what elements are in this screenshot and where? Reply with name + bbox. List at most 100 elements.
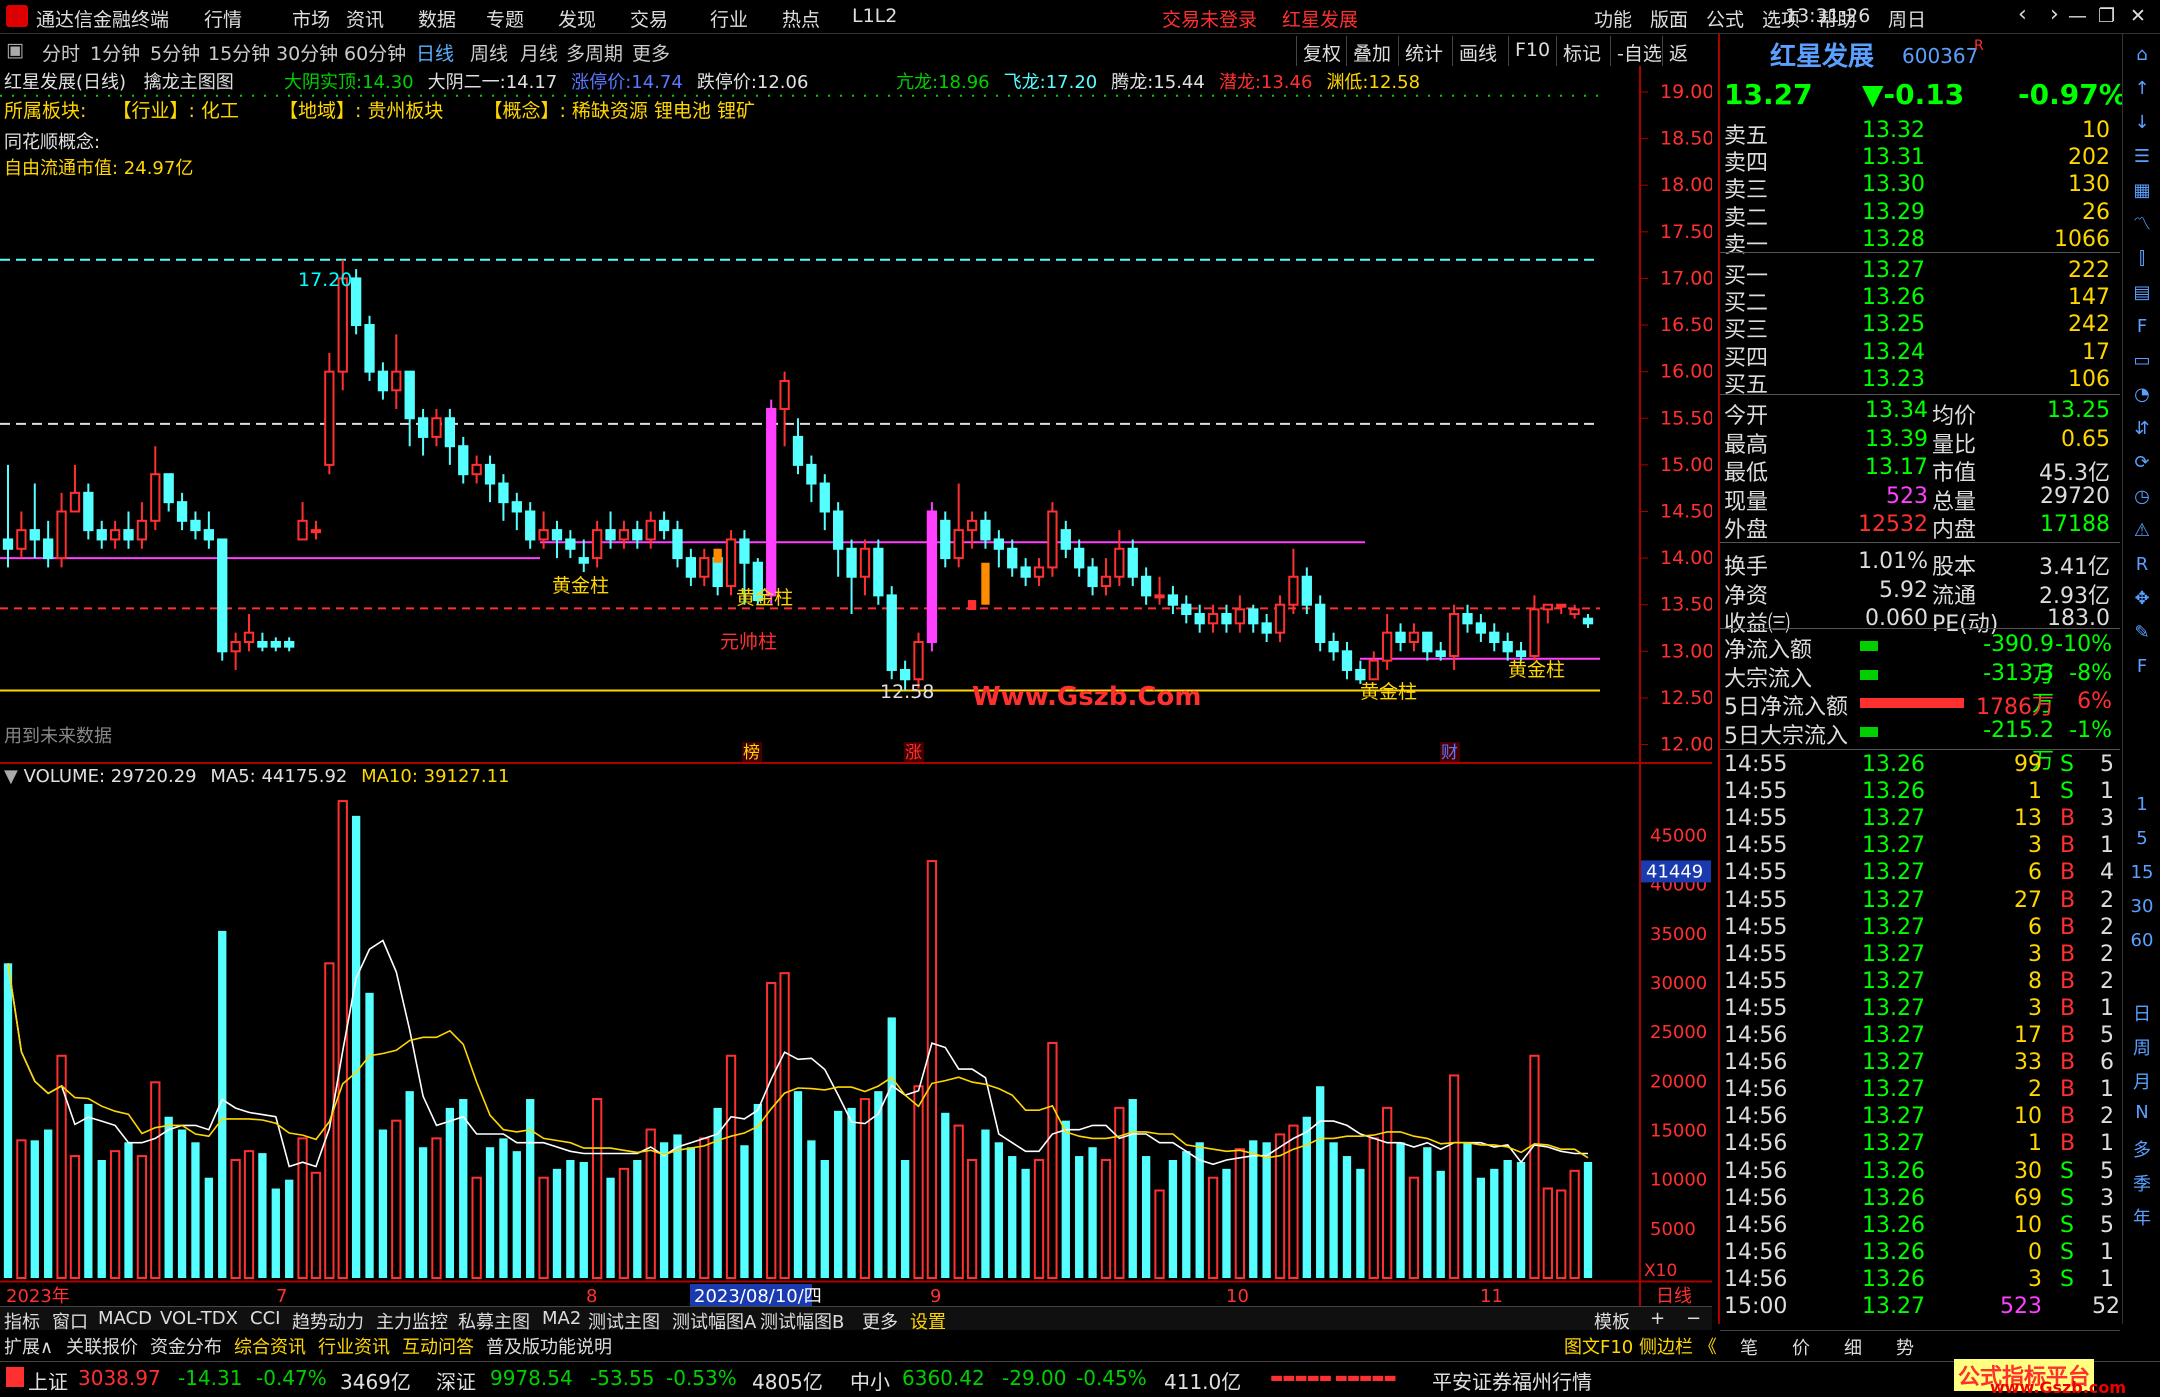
restore-icon[interactable]: ❐ (2098, 5, 2115, 27)
right-menu-2[interactable]: 公式 (1706, 5, 1744, 32)
quote-bottom-tab-0[interactable]: 笔 (1740, 1334, 1758, 1360)
toolbar-right-6[interactable]: -自选 (1610, 36, 1668, 66)
period-tab-3[interactable]: 15分钟 (208, 39, 270, 66)
period-tab-2[interactable]: 5分钟 (150, 39, 200, 66)
info-tab-1[interactable]: 关联报价 (66, 1333, 138, 1359)
indicator-tab-7[interactable]: 私募主图 (458, 1308, 530, 1334)
sh-label[interactable]: 上证 (28, 1366, 68, 1395)
menu-4[interactable]: 专题 (486, 5, 524, 32)
move-icon[interactable]: ✥ (2129, 586, 2155, 612)
period-tab-0[interactable]: 分时 (42, 39, 80, 66)
indicator-tab-9[interactable]: 测试主图 (588, 1308, 660, 1334)
right-menu-0[interactable]: 功能 (1594, 5, 1632, 32)
table-icon[interactable]: ▤ (2129, 280, 2155, 306)
chart2-icon[interactable]: ◔ (2129, 382, 2155, 408)
menu-5[interactable]: 发现 (558, 5, 596, 32)
info-tab-5[interactable]: 互动问答 (402, 1333, 474, 1359)
toggle-icon[interactable]: ▣ (6, 39, 24, 61)
period-tab-6[interactable]: 日线 (416, 39, 454, 66)
forward-icon[interactable]: › (2050, 2, 2059, 27)
pen-icon[interactable]: ✎ (2129, 620, 2155, 646)
menu-6[interactable]: 交易 (630, 5, 668, 32)
event-marker[interactable]: 财 (1441, 743, 1458, 763)
quote-bottom-tab-3[interactable]: 势 (1896, 1334, 1914, 1360)
refresh-icon[interactable]: ⟳ (2129, 450, 2155, 476)
period-tab-7[interactable]: 周线 (470, 39, 508, 66)
candles-icon[interactable]: ⫿ (2129, 246, 2155, 272)
menu-7[interactable]: 行业 (710, 5, 748, 32)
f10-sidebar-toggle[interactable]: 图文F10 侧边栏 《 (1564, 1333, 1717, 1359)
event-marker[interactable]: 榜 (743, 743, 760, 763)
period-tab-1[interactable]: 1分钟 (90, 39, 140, 66)
up-arrow-icon[interactable]: ↑ (2129, 76, 2155, 102)
add-icon[interactable]: + (1650, 1308, 1665, 1329)
indicator-tab-10[interactable]: 测试幅图A (672, 1308, 756, 1334)
menu-9[interactable]: L1L2 (852, 5, 897, 27)
indicator-tab-6[interactable]: 主力监控 (376, 1308, 448, 1334)
sidebar-period-7[interactable]: 1 (2129, 794, 2155, 815)
menu-8[interactable]: 热点 (782, 5, 820, 32)
sidebar-period-6[interactable]: 年 (2129, 1204, 2155, 1230)
sidebar-period-3[interactable]: N (2129, 1102, 2155, 1123)
sidebar-period-10[interactable]: 30 (2129, 896, 2155, 917)
indicator-tab-13[interactable]: 设置 (910, 1308, 946, 1334)
indicator-tab-0[interactable]: 指标 (4, 1308, 40, 1334)
event-marker[interactable]: 涨 (905, 743, 922, 763)
toolbar-right-5[interactable]: 标记 (1556, 36, 1607, 66)
quote-bottom-tab-2[interactable]: 细 (1844, 1334, 1862, 1360)
menu-3[interactable]: 数据 (418, 5, 456, 32)
grid-icon[interactable]: ▦ (2129, 178, 2155, 204)
sidebar-period-8[interactable]: 5 (2129, 828, 2155, 849)
info-tab-3[interactable]: 综合资讯 (234, 1333, 306, 1359)
f10-icon[interactable]: F (2129, 314, 2155, 340)
toolbar-right-0[interactable]: 复权 (1296, 36, 1347, 66)
period-tab-5[interactable]: 60分钟 (344, 39, 406, 66)
login-status[interactable]: 交易未登录 (1162, 5, 1257, 32)
sidebar-period-2[interactable]: 月 (2129, 1068, 2155, 1094)
info-tab-0[interactable]: 扩展∧ (4, 1333, 53, 1359)
indicator-tab-1[interactable]: 窗口 (52, 1308, 88, 1334)
list-icon[interactable]: ☰ (2129, 144, 2155, 170)
menu-1[interactable]: 市场 (292, 5, 330, 32)
stock-tag[interactable]: 红星发展 (1282, 5, 1358, 32)
sidebar-period-5[interactable]: 季 (2129, 1170, 2155, 1196)
template-button[interactable]: 模板 (1594, 1308, 1630, 1334)
collapse-icon[interactable]: ▼ (4, 766, 18, 787)
clock-icon[interactable]: ◷ (2129, 484, 2155, 510)
info-tab-6[interactable]: 普及版功能说明 (486, 1333, 612, 1359)
sidebar-period-11[interactable]: 60 (2129, 930, 2155, 951)
indicator-tab-2[interactable]: MACD (98, 1308, 152, 1329)
toolbar-right-7[interactable]: 返回 (1662, 36, 1712, 92)
toolbar-right-2[interactable]: 统计 (1398, 36, 1449, 66)
right-menu-1[interactable]: 版面 (1650, 5, 1688, 32)
toolbar-right-4[interactable]: F10 (1508, 36, 1556, 66)
indicator-name[interactable]: 擒龙主图图 (144, 72, 234, 93)
sidebar-period-0[interactable]: 日 (2129, 1000, 2155, 1026)
info-tab-2[interactable]: 资金分布 (150, 1333, 222, 1359)
alert-icon[interactable]: ⚠ (2129, 518, 2155, 544)
period-tab-8[interactable]: 月线 (520, 39, 558, 66)
close-icon[interactable]: ✕ (2130, 5, 2146, 27)
indicator-tab-12[interactable]: 更多 (862, 1308, 898, 1334)
sidebar-period-4[interactable]: 多 (2129, 1136, 2155, 1162)
arrows-icon[interactable]: ⇵ (2129, 416, 2155, 442)
text-icon[interactable]: ▭ (2129, 348, 2155, 374)
menu-0[interactable]: 行情 (204, 5, 242, 32)
chart-icon[interactable]: 〽 (2129, 212, 2155, 238)
toolbar-right-3[interactable]: 画线 (1452, 36, 1503, 66)
quote-bottom-tab-1[interactable]: 价 (1792, 1334, 1810, 1360)
indicator-tab-11[interactable]: 测试幅图B (760, 1308, 844, 1334)
period-tab-10[interactable]: 更多 (632, 39, 670, 66)
minimize-icon[interactable]: — (2068, 5, 2087, 27)
remove-icon[interactable]: − (1686, 1308, 1701, 1329)
indicator-tab-5[interactable]: 趋势动力 (292, 1308, 364, 1334)
down-arrow-icon[interactable]: ↓ (2129, 110, 2155, 136)
info-tab-4[interactable]: 行业资讯 (318, 1333, 390, 1359)
fs-icon[interactable]: F (2129, 654, 2155, 680)
sz-label[interactable]: 深证 (436, 1366, 476, 1395)
rsi-icon[interactable]: R (2129, 552, 2155, 578)
period-tab-9[interactable]: 多周期 (566, 39, 623, 66)
back-icon[interactable]: ‹ (2018, 2, 2027, 27)
toolbar-right-1[interactable]: 叠加 (1346, 36, 1397, 66)
indicator-tab-8[interactable]: MA2 (542, 1308, 581, 1329)
